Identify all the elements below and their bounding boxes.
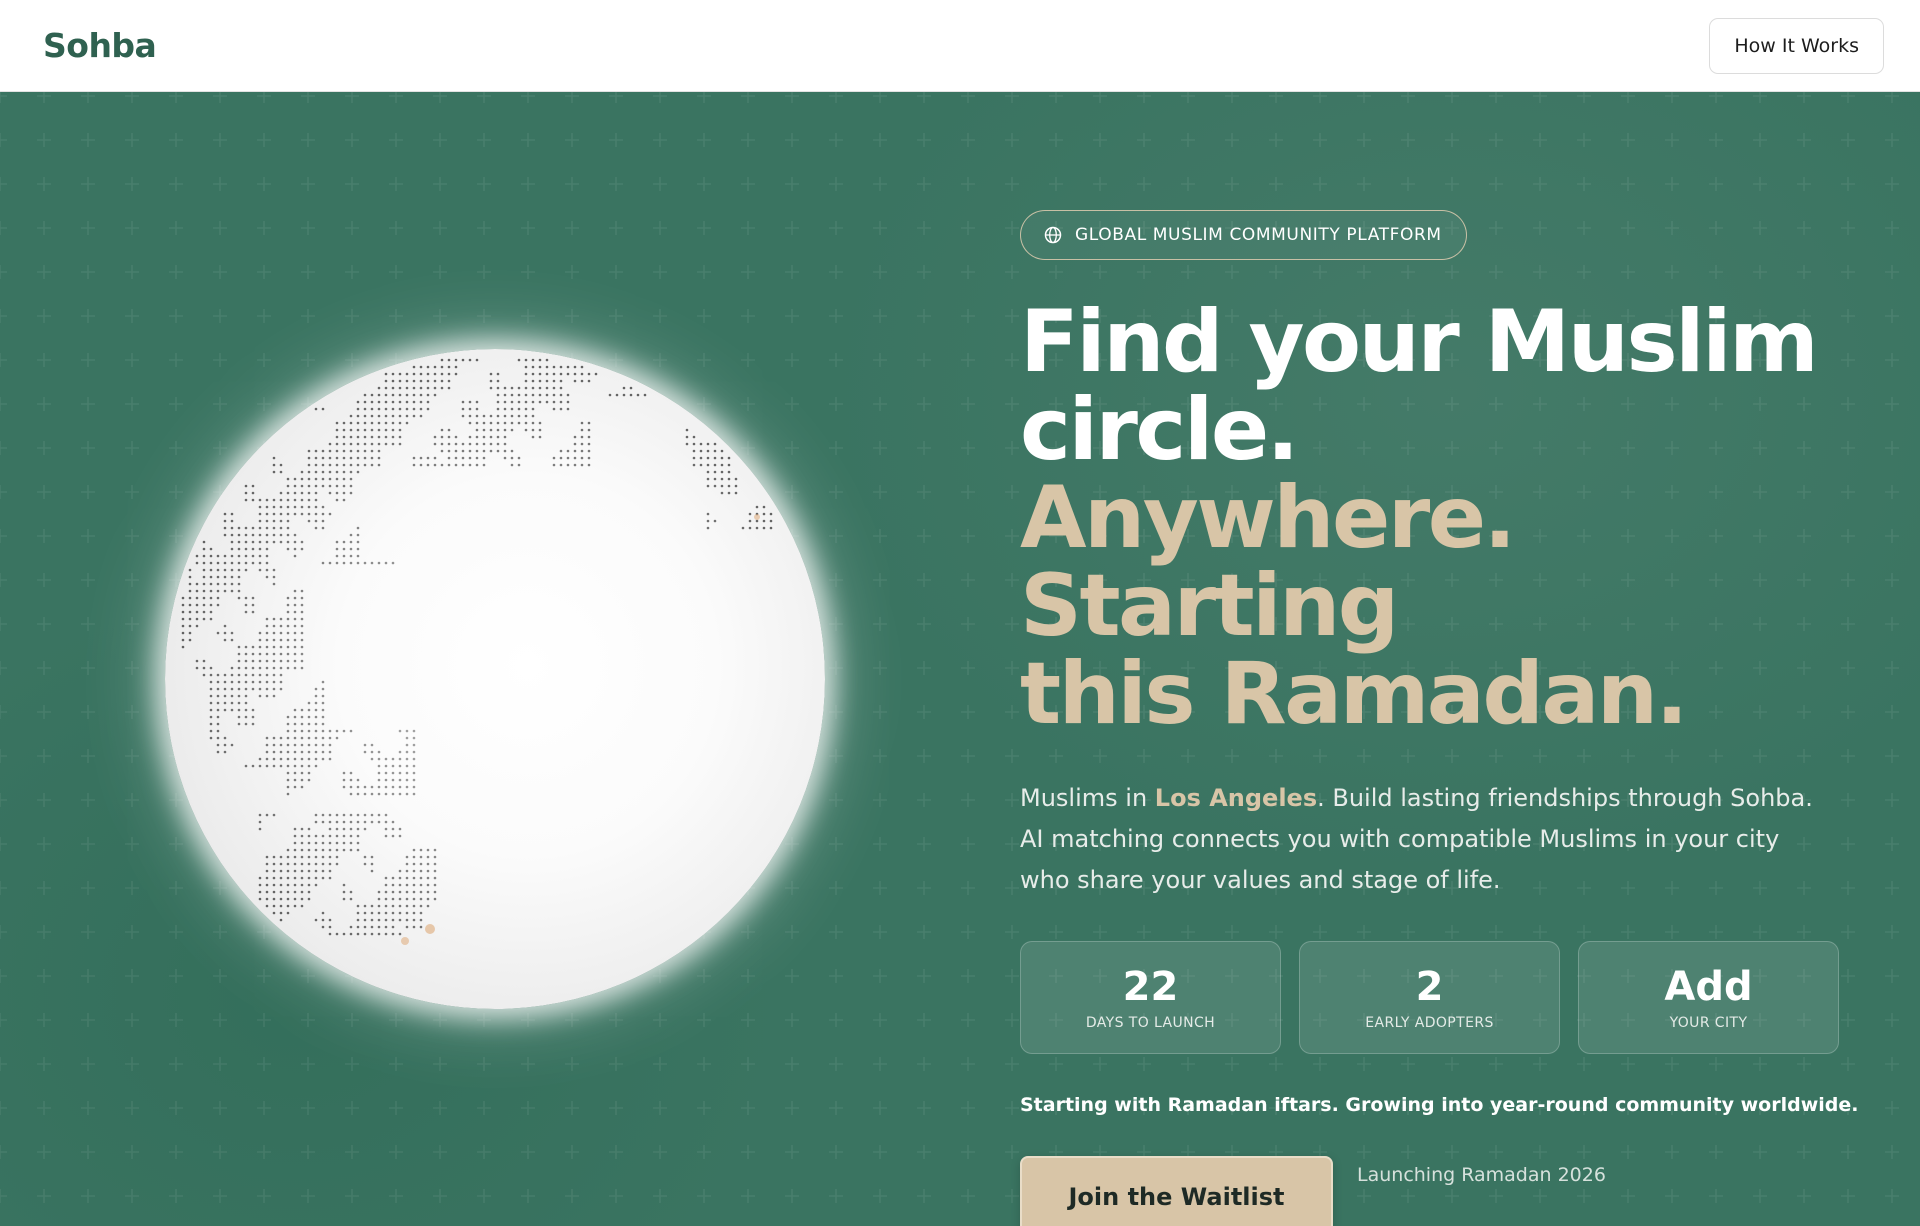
stat-value: Add [1664,963,1753,1010]
stat-value: 22 [1122,963,1179,1010]
badge-text: GLOBAL MUSLIM COMMUNITY PLATFORM [1075,225,1442,245]
description-prefix: Muslims in [1020,784,1155,812]
stat-label: EARLY ADOPTERS [1365,1014,1494,1031]
hero-description: Muslims in Los Angeles. Build lasting fr… [1020,778,1820,901]
globe-icon [1043,225,1063,245]
stat-early-adopters: 2 EARLY ADOPTERS [1299,941,1560,1054]
headline-line-1: Find your Muslim [1020,292,1819,392]
hero-content: GLOBAL MUSLIM COMMUNITY PLATFORM Find yo… [1020,210,1860,1226]
stat-label: DAYS TO LAUNCH [1085,1014,1216,1031]
dotted-world-globe [165,349,825,1009]
stat-label: YOUR CITY [1669,1014,1748,1031]
stat-days-to-launch: 22 DAYS TO LAUNCH [1020,941,1281,1054]
hero-headline: Find your Muslim circle. Anywhere. Start… [1020,298,1860,738]
hero-section: GLOBAL MUSLIM COMMUNITY PLATFORM Find yo… [0,92,1920,1226]
add-your-city-card[interactable]: Add YOUR CITY [1578,941,1839,1054]
headline-line-4: this Ramadan. [1020,644,1688,744]
stat-value: 2 [1415,963,1444,1010]
globe-sphere [165,349,825,1009]
stats-row: 22 DAYS TO LAUNCH 2 EARLY ADOPTERS Add Y… [1020,941,1860,1054]
join-waitlist-button[interactable]: Join the Waitlist [1020,1156,1333,1226]
launch-note: Launching Ramadan 2026 [1357,1164,1606,1186]
city-highlight[interactable]: Los Angeles [1155,784,1317,812]
how-it-works-button[interactable]: How It Works [1709,17,1884,74]
headline-line-2: circle. [1020,380,1299,480]
cta-row: Join the Waitlist Launching Ramadan 2026 [1020,1156,1860,1226]
platform-badge: GLOBAL MUSLIM COMMUNITY PLATFORM [1020,210,1467,260]
hero-tagline: Starting with Ramadan iftars. Growing in… [1020,1094,1859,1116]
globe-dot-map [181,358,773,945]
logo[interactable]: Sohba [43,26,157,65]
top-navbar: Sohba How It Works [0,0,1920,92]
headline-line-3: Anywhere. Starting [1020,468,1516,656]
